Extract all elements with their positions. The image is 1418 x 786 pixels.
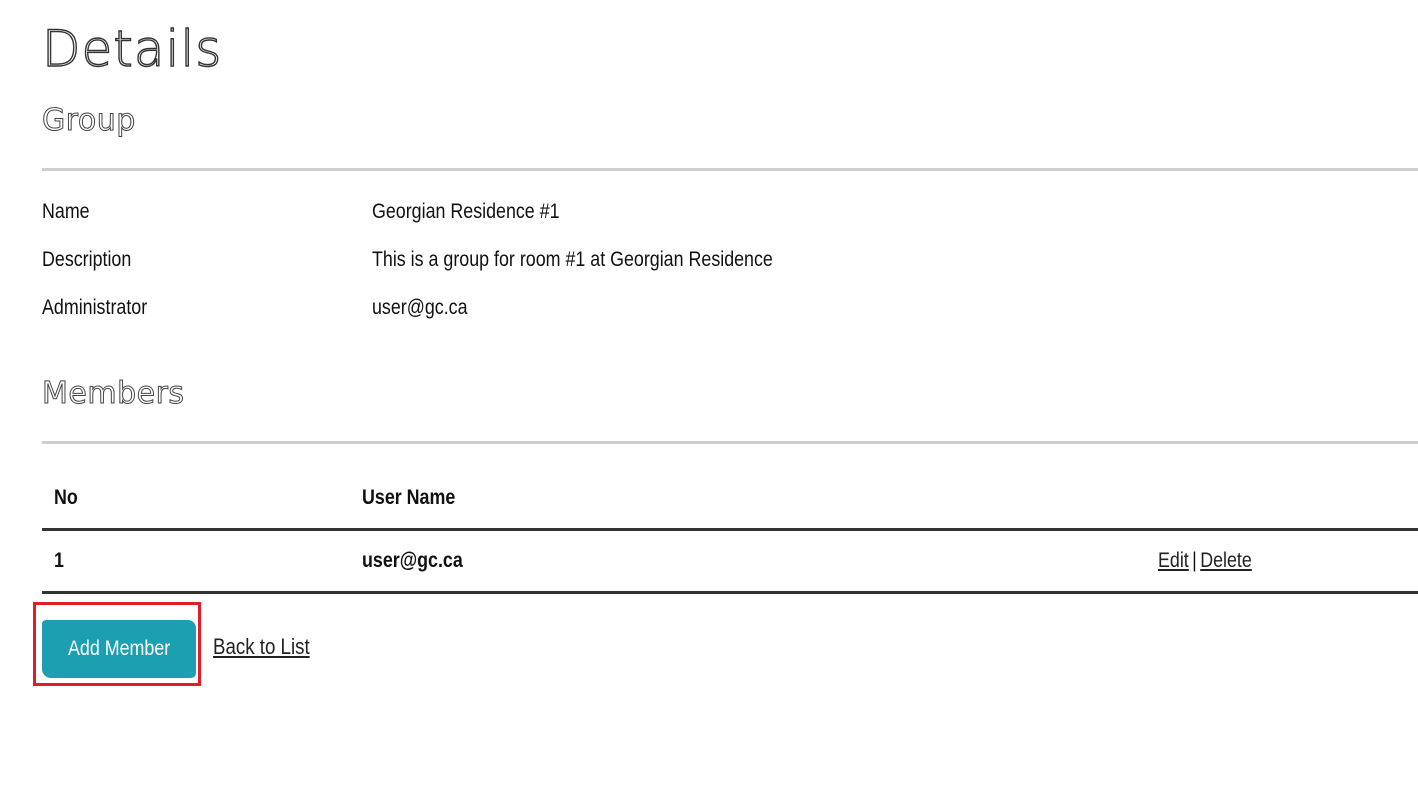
delete-member-link[interactable]: Delete: [1200, 549, 1252, 572]
group-description-label: Description: [42, 248, 132, 271]
members-section-heading: Members: [42, 376, 185, 412]
page-title: Details: [41, 19, 223, 78]
member-user-name-cell: user@gc.ca: [362, 549, 463, 572]
member-actions-cell: Edit | Delete: [1158, 546, 1252, 576]
member-no-cell: 1: [54, 549, 64, 572]
members-table: No User Name 1 user@gc.ca Edit | Delete: [42, 470, 1418, 594]
edit-member-link[interactable]: Edit: [1158, 549, 1189, 572]
back-to-list-link[interactable]: Back to List: [213, 632, 310, 662]
group-name-label: Name: [42, 200, 90, 223]
group-section-heading: Group: [42, 103, 136, 139]
group-details-page: Details Group Name Georgian Residence #1…: [0, 0, 1418, 786]
column-header-no: No: [54, 486, 78, 509]
action-separator: |: [1192, 549, 1197, 572]
column-header-user-name: User Name: [362, 486, 456, 509]
table-row: 1 user@gc.ca Edit | Delete: [42, 531, 1418, 594]
group-divider: [42, 168, 1418, 171]
group-description-value: This is a group for room #1 at Georgian …: [372, 248, 773, 271]
add-member-button-label: Add Member: [67, 637, 171, 660]
group-administrator-value: user@gc.ca: [372, 296, 468, 319]
group-administrator-label: Administrator: [42, 296, 148, 319]
members-table-header: No User Name: [42, 470, 1418, 531]
group-administrator-row: Administrator user@gc.ca: [42, 293, 1342, 323]
add-member-button[interactable]: Add Member: [42, 620, 196, 678]
group-name-row: Name Georgian Residence #1: [42, 197, 1342, 227]
members-divider: [42, 441, 1418, 444]
group-name-value: Georgian Residence #1: [372, 200, 560, 223]
group-description-row: Description This is a group for room #1 …: [42, 245, 1342, 275]
